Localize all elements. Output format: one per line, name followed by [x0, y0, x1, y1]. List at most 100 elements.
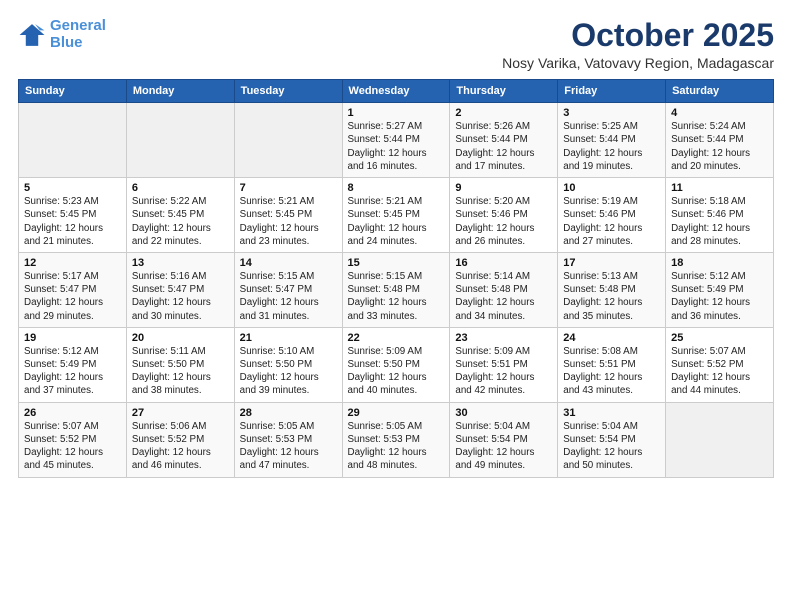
day-cell: 14Sunrise: 5:15 AM Sunset: 5:47 PM Dayli…	[234, 252, 342, 327]
day-info: Sunrise: 5:10 AM Sunset: 5:50 PM Dayligh…	[240, 345, 337, 398]
day-info: Sunrise: 5:12 AM Sunset: 5:49 PM Dayligh…	[24, 345, 121, 398]
day-number: 27	[132, 407, 229, 419]
day-info: Sunrise: 5:21 AM Sunset: 5:45 PM Dayligh…	[348, 195, 445, 248]
header-monday: Monday	[126, 80, 234, 103]
day-cell: 11Sunrise: 5:18 AM Sunset: 5:46 PM Dayli…	[666, 178, 774, 253]
day-cell: 18Sunrise: 5:12 AM Sunset: 5:49 PM Dayli…	[666, 252, 774, 327]
day-info: Sunrise: 5:04 AM Sunset: 5:54 PM Dayligh…	[455, 420, 552, 473]
day-cell: 5Sunrise: 5:23 AM Sunset: 5:45 PM Daylig…	[19, 178, 127, 253]
day-cell: 22Sunrise: 5:09 AM Sunset: 5:50 PM Dayli…	[342, 327, 450, 402]
header-friday: Friday	[558, 80, 666, 103]
day-number: 7	[240, 182, 337, 194]
day-number: 1	[348, 107, 445, 119]
page: General Blue October 2025 Nosy Varika, V…	[0, 0, 792, 612]
day-info: Sunrise: 5:16 AM Sunset: 5:47 PM Dayligh…	[132, 270, 229, 323]
day-cell: 6Sunrise: 5:22 AM Sunset: 5:45 PM Daylig…	[126, 178, 234, 253]
day-number: 28	[240, 407, 337, 419]
day-cell: 9Sunrise: 5:20 AM Sunset: 5:46 PM Daylig…	[450, 178, 558, 253]
day-number: 8	[348, 182, 445, 194]
calendar-table: SundayMondayTuesdayWednesdayThursdayFrid…	[18, 79, 774, 477]
day-number: 24	[563, 332, 660, 344]
day-cell: 21Sunrise: 5:10 AM Sunset: 5:50 PM Dayli…	[234, 327, 342, 402]
day-number: 30	[455, 407, 552, 419]
day-number: 20	[132, 332, 229, 344]
day-number: 15	[348, 257, 445, 269]
day-number: 10	[563, 182, 660, 194]
day-cell: 23Sunrise: 5:09 AM Sunset: 5:51 PM Dayli…	[450, 327, 558, 402]
day-number: 29	[348, 407, 445, 419]
day-info: Sunrise: 5:12 AM Sunset: 5:49 PM Dayligh…	[671, 270, 768, 323]
logo-line1: General	[50, 17, 106, 34]
header-row: General Blue October 2025 Nosy Varika, V…	[18, 18, 774, 71]
day-number: 21	[240, 332, 337, 344]
day-number: 3	[563, 107, 660, 119]
day-number: 26	[24, 407, 121, 419]
day-cell: 4Sunrise: 5:24 AM Sunset: 5:44 PM Daylig…	[666, 103, 774, 178]
day-info: Sunrise: 5:07 AM Sunset: 5:52 PM Dayligh…	[24, 420, 121, 473]
day-number: 13	[132, 257, 229, 269]
day-cell: 25Sunrise: 5:07 AM Sunset: 5:52 PM Dayli…	[666, 327, 774, 402]
day-number: 14	[240, 257, 337, 269]
day-number: 9	[455, 182, 552, 194]
day-info: Sunrise: 5:08 AM Sunset: 5:51 PM Dayligh…	[563, 345, 660, 398]
day-info: Sunrise: 5:25 AM Sunset: 5:44 PM Dayligh…	[563, 120, 660, 173]
day-number: 23	[455, 332, 552, 344]
day-info: Sunrise: 5:09 AM Sunset: 5:51 PM Dayligh…	[455, 345, 552, 398]
day-info: Sunrise: 5:20 AM Sunset: 5:46 PM Dayligh…	[455, 195, 552, 248]
day-number: 11	[671, 182, 768, 194]
logo-text: General Blue	[50, 18, 106, 51]
day-cell	[19, 103, 127, 178]
day-info: Sunrise: 5:13 AM Sunset: 5:48 PM Dayligh…	[563, 270, 660, 323]
day-cell: 31Sunrise: 5:04 AM Sunset: 5:54 PM Dayli…	[558, 402, 666, 477]
logo-line2: Blue	[50, 34, 83, 51]
day-cell: 27Sunrise: 5:06 AM Sunset: 5:52 PM Dayli…	[126, 402, 234, 477]
location-title: Nosy Varika, Vatovavy Region, Madagascar	[502, 55, 774, 71]
day-info: Sunrise: 5:11 AM Sunset: 5:50 PM Dayligh…	[132, 345, 229, 398]
day-info: Sunrise: 5:05 AM Sunset: 5:53 PM Dayligh…	[240, 420, 337, 473]
day-number: 4	[671, 107, 768, 119]
header-sunday: Sunday	[19, 80, 127, 103]
calendar-header-row: SundayMondayTuesdayWednesdayThursdayFrid…	[19, 80, 774, 103]
day-info: Sunrise: 5:21 AM Sunset: 5:45 PM Dayligh…	[240, 195, 337, 248]
day-cell	[126, 103, 234, 178]
title-block: October 2025 Nosy Varika, Vatovavy Regio…	[502, 18, 774, 71]
logo-icon	[18, 21, 46, 49]
day-info: Sunrise: 5:18 AM Sunset: 5:46 PM Dayligh…	[671, 195, 768, 248]
day-info: Sunrise: 5:22 AM Sunset: 5:45 PM Dayligh…	[132, 195, 229, 248]
header-thursday: Thursday	[450, 80, 558, 103]
day-cell: 8Sunrise: 5:21 AM Sunset: 5:45 PM Daylig…	[342, 178, 450, 253]
day-cell	[234, 103, 342, 178]
day-number: 31	[563, 407, 660, 419]
day-info: Sunrise: 5:17 AM Sunset: 5:47 PM Dayligh…	[24, 270, 121, 323]
day-number: 19	[24, 332, 121, 344]
week-row-2: 12Sunrise: 5:17 AM Sunset: 5:47 PM Dayli…	[19, 252, 774, 327]
day-cell: 10Sunrise: 5:19 AM Sunset: 5:46 PM Dayli…	[558, 178, 666, 253]
week-row-0: 1Sunrise: 5:27 AM Sunset: 5:44 PM Daylig…	[19, 103, 774, 178]
day-cell: 28Sunrise: 5:05 AM Sunset: 5:53 PM Dayli…	[234, 402, 342, 477]
day-cell: 13Sunrise: 5:16 AM Sunset: 5:47 PM Dayli…	[126, 252, 234, 327]
day-cell: 2Sunrise: 5:26 AM Sunset: 5:44 PM Daylig…	[450, 103, 558, 178]
day-info: Sunrise: 5:15 AM Sunset: 5:48 PM Dayligh…	[348, 270, 445, 323]
day-cell: 19Sunrise: 5:12 AM Sunset: 5:49 PM Dayli…	[19, 327, 127, 402]
day-info: Sunrise: 5:09 AM Sunset: 5:50 PM Dayligh…	[348, 345, 445, 398]
day-number: 18	[671, 257, 768, 269]
day-cell: 12Sunrise: 5:17 AM Sunset: 5:47 PM Dayli…	[19, 252, 127, 327]
day-info: Sunrise: 5:19 AM Sunset: 5:46 PM Dayligh…	[563, 195, 660, 248]
day-info: Sunrise: 5:06 AM Sunset: 5:52 PM Dayligh…	[132, 420, 229, 473]
day-number: 22	[348, 332, 445, 344]
day-number: 25	[671, 332, 768, 344]
week-row-1: 5Sunrise: 5:23 AM Sunset: 5:45 PM Daylig…	[19, 178, 774, 253]
header-wednesday: Wednesday	[342, 80, 450, 103]
day-number: 5	[24, 182, 121, 194]
week-row-3: 19Sunrise: 5:12 AM Sunset: 5:49 PM Dayli…	[19, 327, 774, 402]
day-cell: 26Sunrise: 5:07 AM Sunset: 5:52 PM Dayli…	[19, 402, 127, 477]
day-info: Sunrise: 5:24 AM Sunset: 5:44 PM Dayligh…	[671, 120, 768, 173]
day-info: Sunrise: 5:14 AM Sunset: 5:48 PM Dayligh…	[455, 270, 552, 323]
day-cell: 24Sunrise: 5:08 AM Sunset: 5:51 PM Dayli…	[558, 327, 666, 402]
day-info: Sunrise: 5:26 AM Sunset: 5:44 PM Dayligh…	[455, 120, 552, 173]
day-number: 16	[455, 257, 552, 269]
day-cell: 16Sunrise: 5:14 AM Sunset: 5:48 PM Dayli…	[450, 252, 558, 327]
day-cell: 3Sunrise: 5:25 AM Sunset: 5:44 PM Daylig…	[558, 103, 666, 178]
day-number: 12	[24, 257, 121, 269]
day-cell: 1Sunrise: 5:27 AM Sunset: 5:44 PM Daylig…	[342, 103, 450, 178]
